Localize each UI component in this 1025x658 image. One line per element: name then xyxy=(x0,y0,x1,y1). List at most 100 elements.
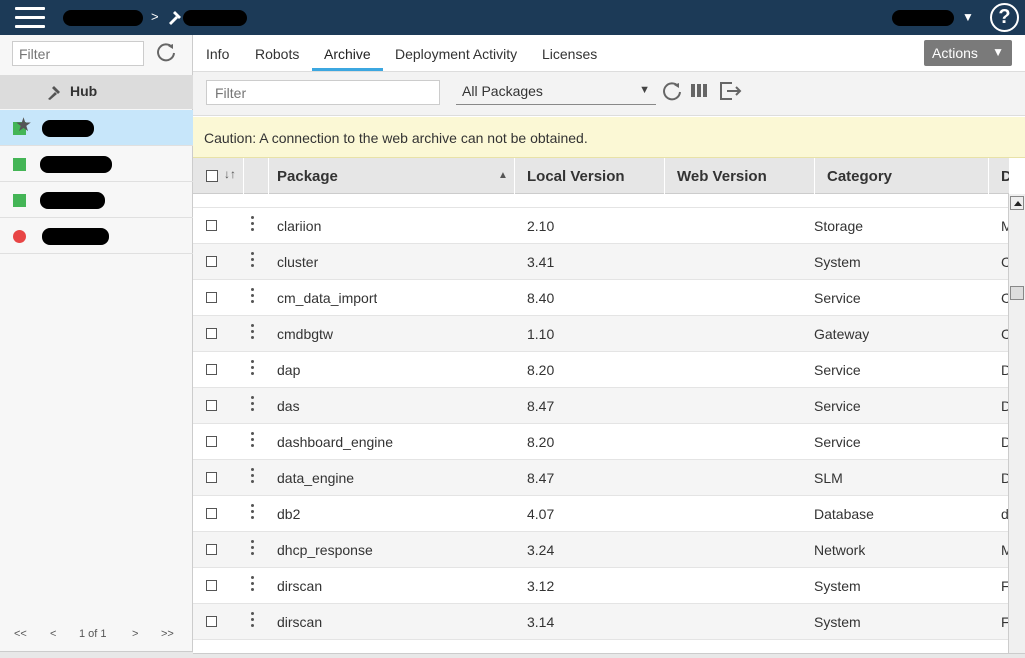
cell-category: Storage xyxy=(814,218,864,234)
table-row[interactable]: cmdbgtw 1.10 Gateway C xyxy=(193,316,1010,352)
row-checkbox[interactable] xyxy=(206,544,217,555)
column-header-category[interactable]: Category xyxy=(815,158,989,194)
table-row[interactable]: db2 4.07 Database d xyxy=(193,496,1010,532)
cell-package: das xyxy=(277,398,300,414)
row-checkbox[interactable] xyxy=(206,580,217,591)
row-checkbox[interactable] xyxy=(206,220,217,231)
row-menu-icon[interactable] xyxy=(251,468,255,488)
scroll-up-icon[interactable] xyxy=(1010,196,1024,210)
pager: << < 1 of 1 > >> xyxy=(0,625,193,645)
table-row[interactable]: dap 8.20 Service D xyxy=(193,352,1010,388)
robot-row[interactable] xyxy=(0,182,193,218)
actions-label: Actions xyxy=(932,45,978,61)
status-online-icon xyxy=(13,158,26,171)
refresh-icon[interactable] xyxy=(661,80,683,102)
pager-prev-button[interactable]: < xyxy=(50,628,56,640)
breadcrumb-redacted[interactable] xyxy=(63,10,143,26)
package-filter-input[interactable] xyxy=(206,80,440,105)
sort-icon[interactable]: ↓↑ xyxy=(224,167,236,181)
cell-category: System xyxy=(814,254,861,270)
table-row[interactable]: dashboard_engine 8.20 Service D xyxy=(193,424,1010,460)
export-icon[interactable] xyxy=(718,80,742,102)
pager-next-button[interactable]: > xyxy=(132,628,138,640)
package-type-select[interactable]: All Packages ▼ xyxy=(456,80,656,105)
row-checkbox[interactable] xyxy=(206,508,217,519)
cell-package: data_engine xyxy=(277,470,355,486)
row-menu-icon[interactable] xyxy=(251,360,255,380)
tab-info[interactable]: Info xyxy=(206,46,229,62)
row-checkbox[interactable] xyxy=(206,472,217,483)
tab-licenses[interactable]: Licenses xyxy=(542,46,597,62)
row-menu-icon[interactable] xyxy=(251,288,255,308)
row-menu-icon[interactable] xyxy=(251,504,255,524)
cell-package: cmdbgtw xyxy=(277,326,334,342)
column-header-description[interactable]: Des xyxy=(989,158,1010,194)
columns-icon[interactable] xyxy=(689,80,711,102)
robot-row[interactable] xyxy=(0,146,193,182)
package-type-value: All Packages xyxy=(462,83,543,99)
column-header-package[interactable]: Package xyxy=(265,158,515,194)
package-table-body: clariion 2.10 Storage M cluster 3.41 Sys… xyxy=(193,194,1010,653)
row-checkbox[interactable] xyxy=(206,436,217,447)
robot-icon xyxy=(169,11,181,25)
table-row[interactable]: data_engine 8.47 SLM D xyxy=(193,460,1010,496)
tab-robots[interactable]: Robots xyxy=(255,46,299,62)
archive-toolbar: All Packages ▼ xyxy=(193,72,1025,116)
pager-first-button[interactable]: << xyxy=(14,628,27,640)
row-checkbox[interactable] xyxy=(206,364,217,375)
row-menu-icon[interactable] xyxy=(251,540,255,560)
row-checkbox[interactable] xyxy=(206,256,217,267)
cell-category: Network xyxy=(814,542,866,558)
hamburger-icon[interactable] xyxy=(15,7,45,29)
tab-archive[interactable]: Archive xyxy=(324,46,371,62)
active-tab-indicator xyxy=(312,68,383,71)
column-header-local-version[interactable]: Local Version xyxy=(515,158,665,194)
row-checkbox[interactable] xyxy=(206,292,217,303)
sidebar-horizontal-scrollbar[interactable] xyxy=(0,651,193,658)
row-menu-icon[interactable] xyxy=(251,576,255,596)
column-header-web-version[interactable]: Web Version xyxy=(665,158,815,194)
tab-deployment-activity[interactable]: Deployment Activity xyxy=(395,46,517,62)
actions-button[interactable]: Actions ▼ xyxy=(924,40,1012,66)
refresh-icon[interactable] xyxy=(155,41,177,63)
table-vertical-scrollbar[interactable] xyxy=(1008,194,1025,653)
robot-row[interactable]: ★ xyxy=(0,110,193,146)
sidebar-filter-input[interactable] xyxy=(12,41,144,66)
row-menu-icon[interactable] xyxy=(251,612,255,632)
caution-banner: Caution: A connection to the web archive… xyxy=(193,117,1025,158)
row-menu-icon[interactable] xyxy=(251,252,255,272)
row-menu-icon[interactable] xyxy=(251,216,255,236)
breadcrumb-current-redacted[interactable] xyxy=(183,10,247,26)
tab-bar: Info Robots Archive Deployment Activity … xyxy=(193,35,1025,72)
table-row[interactable]: dhcp_response 3.24 Network M xyxy=(193,532,1010,568)
user-menu-caret-icon[interactable]: ▼ xyxy=(962,10,974,24)
table-row[interactable]: dirscan 3.14 System F xyxy=(193,604,1010,640)
row-menu-icon[interactable] xyxy=(251,324,255,344)
robot-name-redacted xyxy=(40,192,105,209)
table-row[interactable]: das 8.47 Service D xyxy=(193,388,1010,424)
row-checkbox[interactable] xyxy=(206,328,217,339)
table-row[interactable]: cluster 3.41 System C xyxy=(193,244,1010,280)
pager-last-button[interactable]: >> xyxy=(161,628,174,640)
row-menu-icon[interactable] xyxy=(251,432,255,452)
cell-local-version: 8.40 xyxy=(527,290,555,306)
row-checkbox[interactable] xyxy=(206,400,217,411)
table-row[interactable]: dirscan 3.12 System F xyxy=(193,568,1010,604)
user-menu-redacted[interactable] xyxy=(892,10,954,26)
hub-row[interactable]: Hub xyxy=(0,75,193,109)
table-row[interactable]: clariion 2.10 Storage M xyxy=(193,208,1010,244)
select-all-checkbox[interactable] xyxy=(206,170,218,182)
scroll-thumb[interactable] xyxy=(1010,286,1024,300)
top-bar: > ▼ ? xyxy=(0,0,1025,35)
pager-page-info: 1 of 1 xyxy=(79,628,107,640)
row-menu-icon[interactable] xyxy=(251,396,255,416)
cell-package: dashboard_engine xyxy=(277,434,393,450)
cell-package: dap xyxy=(277,362,301,378)
table-row[interactable]: cm_data_import 8.40 Service C xyxy=(193,280,1010,316)
help-icon[interactable]: ? xyxy=(990,3,1019,32)
table-horizontal-scrollbar[interactable] xyxy=(193,653,1025,658)
cell-local-version: 8.20 xyxy=(527,362,555,378)
row-checkbox[interactable] xyxy=(206,616,217,627)
robot-row[interactable] xyxy=(0,218,193,254)
cell-category: System xyxy=(814,578,861,594)
